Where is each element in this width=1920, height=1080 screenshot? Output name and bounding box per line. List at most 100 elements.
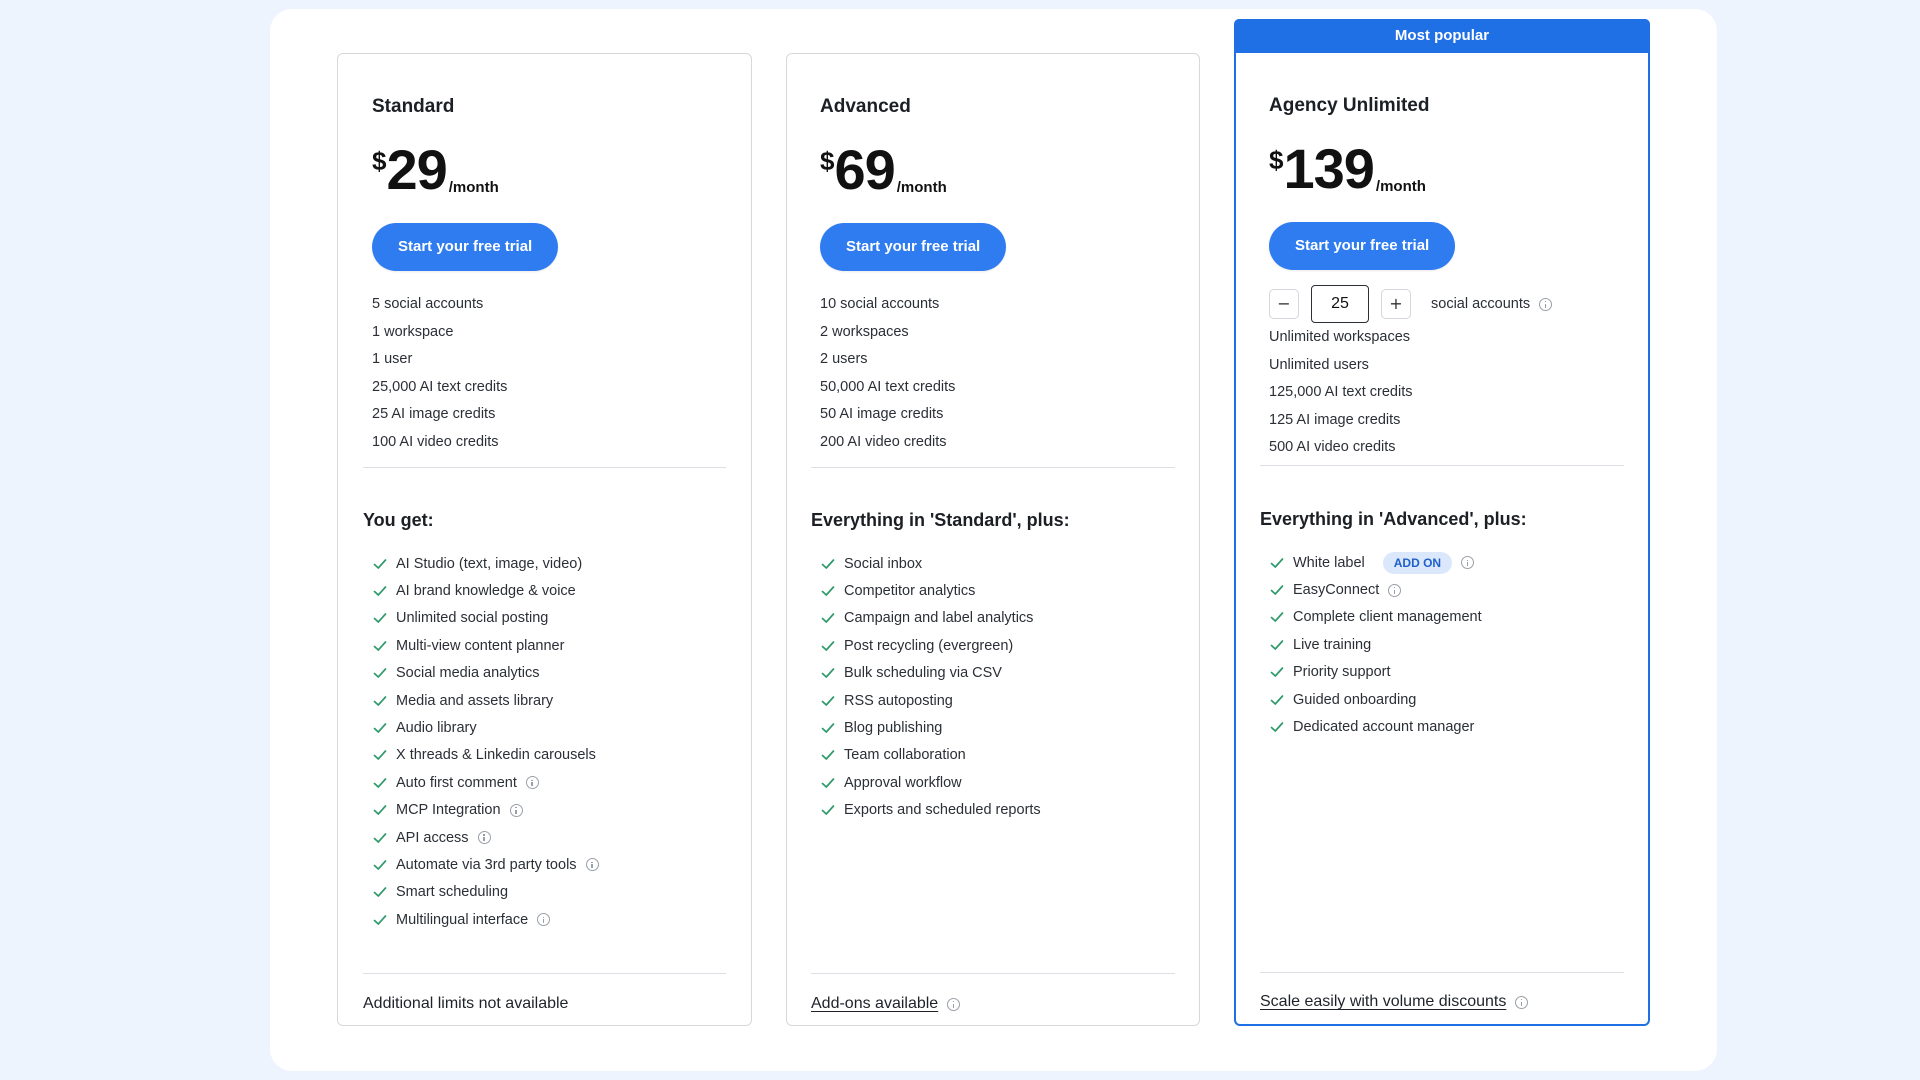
feature-item: API access [372, 824, 599, 851]
info-icon[interactable] [477, 831, 491, 845]
check-icon [373, 613, 387, 624]
feature-label: AI Studio (text, image, video) [396, 555, 583, 572]
feature-item: Smart scheduling [372, 879, 599, 906]
check-icon [373, 914, 387, 925]
plan-limits: Unlimited workspaces Unlimited users 125… [1269, 324, 1412, 462]
price-amount: 139 [1283, 137, 1374, 200]
feature-label: Bulk scheduling via CSV [844, 665, 1002, 682]
feature-item: Competitor analytics [820, 577, 1041, 604]
feature-label: Guided onboarding [1293, 691, 1417, 708]
info-icon[interactable] [509, 803, 523, 817]
limit-item: 50,000 AI text credits [820, 378, 956, 395]
price-period: /month [1375, 178, 1426, 195]
info-icon[interactable] [537, 913, 551, 927]
info-icon[interactable] [1388, 583, 1402, 597]
check-icon [821, 695, 835, 706]
limit-item: 500 AI video credits [1269, 439, 1396, 455]
divider [1260, 465, 1624, 466]
check-icon [1270, 612, 1284, 623]
plan-name: Advanced [820, 96, 911, 117]
features-title: Everything in 'Advanced', plus: [1260, 509, 1527, 529]
start-free-trial-button[interactable]: Start your free trial [820, 223, 1007, 271]
check-icon [821, 613, 835, 624]
increment-button[interactable]: + [1381, 289, 1411, 319]
feature-label: Multilingual interface [396, 911, 529, 928]
feature-item: Social inbox [820, 550, 1041, 577]
feature-label: Dedicated account manager [1293, 719, 1475, 736]
check-icon [373, 695, 387, 706]
plan-price: $ 139 /month [1269, 141, 1426, 197]
most-popular-banner: Most popular [1234, 19, 1650, 53]
check-icon [821, 777, 835, 788]
plan-name: Standard [372, 96, 455, 117]
feature-list: White label ADD ON EasyConnect Complete c… [1269, 549, 1482, 741]
divider [1260, 972, 1624, 973]
decrement-button[interactable]: − [1269, 289, 1299, 319]
feature-item: Campaign and label analytics [820, 605, 1041, 632]
feature-label: Unlimited social posting [396, 610, 549, 627]
feature-label: Smart scheduling [396, 884, 509, 901]
add-on-badge: ADD ON [1382, 551, 1453, 574]
limit-item: 200 AI video credits [820, 433, 947, 450]
feature-label: Automate via 3rd party tools [396, 856, 577, 873]
feature-item: Auto first comment [372, 769, 599, 796]
feature-item: Audio library [372, 714, 599, 741]
check-icon [821, 750, 835, 761]
feature-item: Exports and scheduled reports [820, 797, 1041, 824]
limit-item: 100 AI video credits [372, 433, 499, 450]
check-icon [1270, 585, 1284, 595]
check-icon [821, 723, 835, 733]
plan-footer: Scale easily with volume discounts [1260, 993, 1529, 1011]
feature-item: Dedicated account manager [1269, 713, 1482, 740]
feature-item: Complete client management [1269, 604, 1482, 631]
pricing-panel: Standard $ 29 /month Start your free tri… [270, 9, 1717, 1071]
plan-card-advanced: Advanced $ 69 /month Start your free tri… [786, 53, 1200, 1026]
social-accounts-input[interactable] [1311, 285, 1369, 323]
check-icon [821, 668, 835, 679]
check-icon [821, 641, 835, 651]
check-icon [821, 805, 835, 816]
feature-item: Team collaboration [820, 742, 1041, 769]
info-icon[interactable] [1461, 556, 1475, 570]
limit-item: 125,000 AI text credits [1269, 384, 1413, 400]
check-icon [1270, 722, 1284, 732]
plan-card-standard: Standard $ 29 /month Start your free tri… [337, 53, 752, 1026]
info-icon[interactable] [1539, 297, 1553, 311]
limit-item: 125 AI image credits [1269, 411, 1401, 428]
price-period: /month [896, 179, 947, 196]
feature-label: Live training [1293, 636, 1372, 653]
volume-discounts-link[interactable]: Scale easily with volume discounts [1260, 993, 1506, 1011]
feature-item: Guided onboarding [1269, 686, 1482, 713]
feature-label: X threads & Linkedin carousels [396, 747, 596, 764]
check-icon [1270, 557, 1284, 568]
feature-list: AI Studio (text, image, video) AI brand … [372, 550, 599, 933]
info-icon[interactable] [525, 776, 539, 790]
add-ons-link[interactable]: Add-ons available [811, 995, 938, 1013]
limit-item: 1 workspace [372, 323, 454, 340]
plan-footer: Add-ons available [811, 995, 961, 1013]
feature-label: Competitor analytics [844, 583, 976, 600]
info-icon[interactable] [947, 997, 961, 1011]
limit-item: Unlimited workspaces [1269, 329, 1411, 345]
start-free-trial-button[interactable]: Start your free trial [372, 223, 559, 271]
price-period: /month [448, 179, 499, 196]
limit-item: Unlimited users [1269, 356, 1369, 373]
feature-item: Social media analytics [372, 660, 599, 687]
check-icon [373, 805, 387, 816]
check-icon [373, 586, 387, 596]
feature-label: Campaign and label analytics [844, 610, 1034, 627]
feature-label: Social inbox [844, 555, 923, 572]
check-icon [1270, 667, 1284, 678]
check-icon [373, 668, 387, 679]
stepper-label: social accounts [1431, 296, 1531, 312]
divider [363, 973, 726, 974]
feature-item: EasyConnect [1269, 576, 1482, 603]
info-icon[interactable] [585, 858, 599, 872]
features-title: Everything in 'Standard', plus: [811, 510, 1070, 530]
feature-label: White label [1293, 554, 1365, 571]
start-free-trial-button[interactable]: Start your free trial [1269, 222, 1456, 270]
plan-price: $ 69 /month [820, 142, 947, 198]
plan-limits: 10 social accounts 2 workspaces 2 users … [820, 291, 955, 456]
info-icon[interactable] [1515, 995, 1529, 1009]
price-currency: $ [372, 146, 387, 176]
